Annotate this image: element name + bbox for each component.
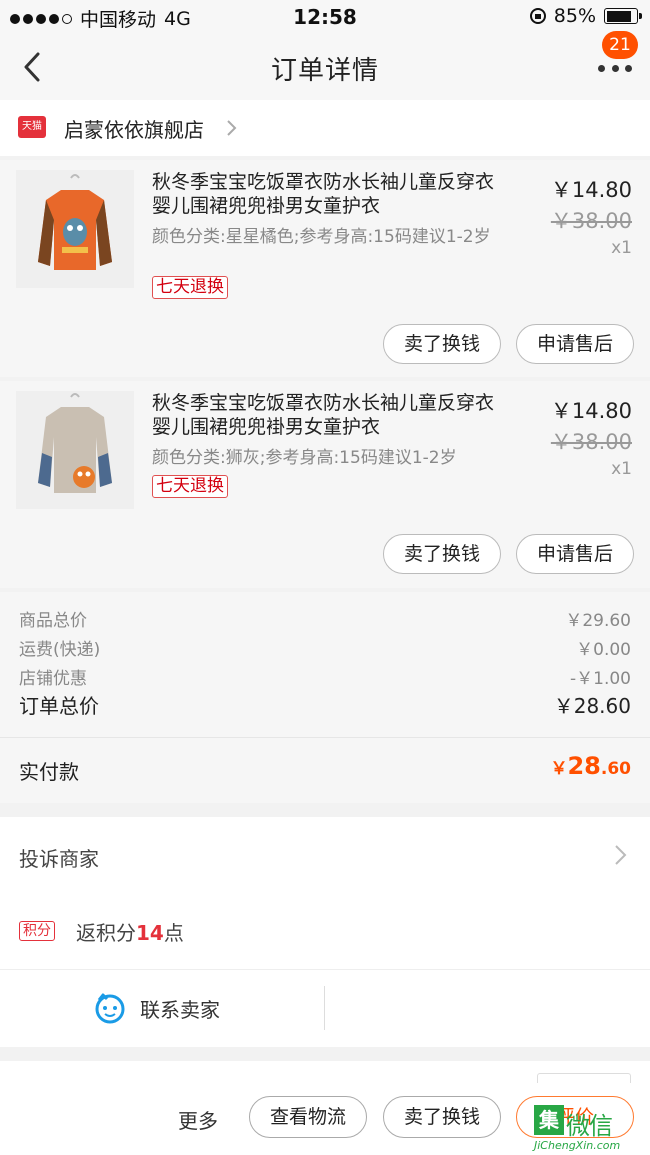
- watermark-logo: 集 微信 JiChengXin.com: [534, 1105, 648, 1155]
- shop-row[interactable]: 天猫 启蒙依依旗舰店: [0, 100, 650, 156]
- quantity: x1: [611, 459, 632, 479]
- product-title[interactable]: 秋冬季宝宝吃饭罩衣防水长袖儿童反穿衣婴儿围裙兜兜褂男女童护衣: [152, 170, 512, 218]
- product-thumbnail-grey: [16, 391, 134, 509]
- payment-integer: 28: [567, 752, 601, 780]
- discount-value: -￥1.00: [570, 669, 631, 689]
- product-spec: 颜色分类:星星橘色;参考身高:15码建议1-2岁: [152, 227, 491, 247]
- view-logistics-button[interactable]: 查看物流: [249, 1096, 367, 1138]
- order-item[interactable]: 秋冬季宝宝吃饭罩衣防水长袖儿童反穿衣婴儿围裙兜兜褂男女童护衣 颜色分类:狮灰;参…: [0, 381, 650, 588]
- sell-button[interactable]: 卖了换钱: [383, 324, 501, 364]
- product-price: ￥14.80: [550, 178, 632, 202]
- contact-row: 联系卖家: [0, 969, 650, 1047]
- order-total-label: 订单总价: [19, 694, 99, 718]
- order-total-row: 订单总价 ￥28.60: [19, 690, 631, 719]
- product-spec: 颜色分类:狮灰;参考身高:15码建议1-2岁: [152, 448, 457, 468]
- shipping-value: ￥0.00: [576, 640, 631, 660]
- shipping-row: 运费(快递) ￥0.00: [19, 635, 631, 660]
- actual-payment-row: 实付款 ￥28.60: [0, 737, 650, 803]
- order-total-value: ￥28.60: [553, 694, 631, 718]
- original-price: ￥38.00: [550, 430, 632, 454]
- product-price: ￥14.80: [550, 399, 632, 423]
- points-number: 14: [136, 921, 164, 945]
- page-title: 订单详情: [270, 56, 379, 86]
- rotation-lock-icon: [529, 8, 546, 24]
- product-thumbnail-orange: [16, 170, 134, 288]
- battery-percent: 85%: [553, 5, 596, 27]
- watermark-url: JiChengXin.com: [534, 1139, 621, 1152]
- points-tag: 积分: [19, 921, 55, 941]
- points-prefix: 返积分: [76, 921, 136, 945]
- actual-payment-value: ￥28.60: [550, 752, 631, 780]
- status-bar: 中国移动 4G 12:58 85%: [0, 0, 650, 34]
- after-sales-button[interactable]: 申请售后: [516, 534, 634, 574]
- quantity: x1: [611, 238, 632, 258]
- battery-icon: [604, 8, 642, 24]
- nav-bar: 订单详情 21: [0, 31, 650, 100]
- divider: [324, 986, 325, 1030]
- product-title[interactable]: 秋冬季宝宝吃饭罩衣防水长袖儿童反穿衣婴儿围裙兜兜褂男女童护衣: [152, 391, 512, 439]
- return-policy-tag: 七天退换: [152, 276, 228, 299]
- points-text: 返积分14点: [76, 917, 184, 946]
- watermark-box: 集: [534, 1105, 564, 1135]
- points-row: 积分 返积分14点: [0, 895, 650, 969]
- more-menu-icon[interactable]: [598, 62, 632, 74]
- original-price: ￥38.00: [550, 209, 632, 233]
- shop-name: 启蒙依依旗舰店: [64, 118, 204, 142]
- goods-total-row: 商品总价 ￥29.60: [19, 606, 631, 631]
- complain-merchant-label: 投诉商家: [19, 847, 99, 871]
- tmall-logo-icon: 天猫: [18, 116, 46, 138]
- discount-label: 店铺优惠: [19, 669, 87, 689]
- separator: [0, 1047, 650, 1061]
- watermark-text: 微信: [566, 1112, 613, 1140]
- notification-badge: 21: [602, 31, 638, 59]
- sell-button[interactable]: 卖了换钱: [383, 534, 501, 574]
- complain-merchant-row[interactable]: 投诉商家: [0, 817, 650, 895]
- chat-face-icon[interactable]: [94, 992, 126, 1024]
- more-button[interactable]: 更多: [178, 1105, 218, 1134]
- order-item[interactable]: 秋冬季宝宝吃饭罩衣防水长袖儿童反穿衣婴儿围裙兜兜褂男女童护衣 颜色分类:星星橘色…: [0, 160, 650, 377]
- return-policy-tag: 七天退换: [152, 475, 228, 498]
- goods-total-value: ￥29.60: [565, 611, 631, 631]
- discount-row: 店铺优惠 -￥1.00: [19, 664, 631, 689]
- chevron-right-icon: [615, 845, 627, 865]
- bottom-action-bar: 更多 查看物流 卖了换钱 评价 集 微信 JiChengXin.com: [0, 1061, 650, 1155]
- points-suffix: 点: [163, 921, 184, 945]
- payment-decimal: .60: [600, 759, 631, 779]
- shipping-label: 运费(快递): [19, 640, 101, 660]
- payment-currency: ￥: [550, 759, 568, 779]
- chevron-right-icon: [227, 120, 237, 136]
- sell-button[interactable]: 卖了换钱: [383, 1096, 501, 1138]
- partial-element: [537, 1073, 631, 1083]
- goods-total-label: 商品总价: [19, 611, 87, 631]
- price-summary: 商品总价 ￥29.60 运费(快递) ￥0.00 店铺优惠 -￥1.00 订单总…: [0, 592, 650, 737]
- actual-payment-label: 实付款: [19, 760, 79, 784]
- contact-seller-button[interactable]: 联系卖家: [140, 994, 220, 1023]
- after-sales-button[interactable]: 申请售后: [516, 324, 634, 364]
